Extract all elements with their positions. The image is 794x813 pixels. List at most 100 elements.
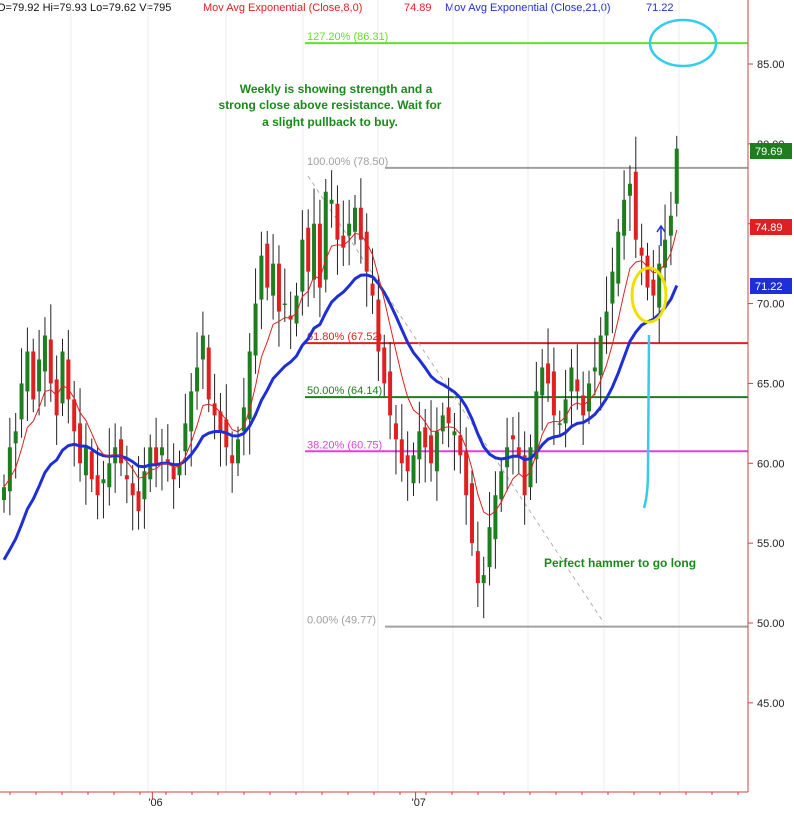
last-price-badge: 79.69	[750, 143, 792, 159]
candle-body	[265, 243, 270, 288]
candle-body	[159, 447, 164, 456]
candle-body	[563, 399, 568, 424]
candle-body	[405, 455, 410, 472]
last-price-value: 79.69	[755, 146, 783, 158]
ma21-badge-value: 71.22	[755, 281, 783, 293]
candle-body	[546, 363, 551, 384]
y-tick-label: 45.00	[757, 698, 785, 710]
candle-body	[353, 207, 357, 232]
y-tick-label: 65.00	[757, 378, 785, 390]
candle-body	[516, 447, 521, 456]
fib-level-label: 38.20% (60.75)	[307, 439, 382, 451]
cyan-arrow-markup	[642, 334, 651, 509]
candle-body	[575, 379, 580, 392]
candle-body	[25, 351, 30, 392]
candle-body	[271, 263, 276, 296]
candle-body	[493, 495, 498, 540]
candle-body	[499, 471, 504, 500]
candle-body	[522, 455, 527, 496]
x-tick-label: '07	[412, 797, 426, 809]
candle-body	[13, 431, 18, 444]
candle-body	[282, 303, 287, 306]
ma21-line	[2, 273, 679, 561]
candle-body	[551, 371, 556, 416]
y-tick-label: 55.00	[757, 538, 785, 550]
annotation-line-3: a slight pullback to buy.	[262, 115, 398, 129]
candle-body	[171, 467, 176, 480]
candle-body	[189, 391, 194, 432]
annotation-note: Weekly is showing strength and a strong …	[219, 82, 442, 129]
candle-body	[470, 483, 474, 544]
fib-level-label: 100.00% (78.50)	[307, 156, 388, 168]
candle-body	[592, 367, 597, 372]
candle-body	[557, 423, 562, 425]
candle-body	[674, 148, 679, 204]
hammer-annotation: Perfect hammer to go long	[544, 556, 696, 570]
candle-body	[323, 191, 328, 280]
candle-body	[510, 435, 515, 440]
candle-body	[627, 183, 632, 196]
candle-body	[399, 439, 404, 464]
candle-body	[136, 491, 141, 512]
candle-body	[72, 399, 77, 432]
candle-body	[587, 383, 591, 412]
fib-level-label: 0.00% (49.77)	[307, 615, 376, 627]
candle-body	[312, 223, 317, 280]
candle-body	[2, 487, 6, 501]
annotation-line-1: Weekly is showing strength and a	[240, 82, 433, 96]
candle-body	[604, 311, 609, 336]
ohlc-readout: O=79.92 Hi=79.93 Lo=79.62 V=795	[0, 2, 171, 14]
fib-level-label: 61.80% (67.52)	[307, 331, 382, 343]
candle-body	[382, 347, 387, 384]
candle-body	[633, 171, 638, 240]
candle-body	[200, 335, 205, 360]
candle-body	[19, 383, 24, 420]
candle-body	[206, 347, 211, 400]
candle-body	[668, 215, 673, 236]
ma8-line	[3, 229, 678, 517]
candle-body	[7, 447, 12, 492]
candle-body	[130, 483, 135, 496]
candlestick-series	[2, 135, 679, 619]
candle-body	[306, 227, 311, 272]
candle-body	[54, 379, 59, 416]
candle-body	[429, 435, 434, 464]
candle-body	[107, 463, 112, 488]
candle-body	[124, 475, 129, 480]
ma8-legend-value: 74.89	[404, 2, 432, 14]
candle-body	[253, 303, 258, 356]
candle-body	[452, 431, 457, 436]
candle-body	[393, 423, 398, 440]
candle-body	[347, 223, 352, 236]
candle-body	[540, 367, 545, 396]
candle-body	[376, 299, 381, 352]
ma8-price-badge: 74.89	[750, 219, 792, 235]
candle-body	[236, 439, 240, 464]
candle-body	[183, 423, 188, 452]
candle-body	[95, 475, 100, 496]
y-tick-label: 85.00	[757, 59, 785, 71]
candle-body	[475, 551, 480, 584]
candle-body	[487, 527, 492, 568]
candle-body	[276, 263, 281, 312]
candle-body	[335, 203, 340, 240]
candle-body	[610, 271, 615, 304]
candle-body	[83, 447, 88, 476]
candle-body	[101, 479, 106, 484]
candle-body	[364, 231, 369, 272]
candle-body	[388, 371, 393, 416]
candle-body	[598, 335, 603, 376]
candle-body	[622, 199, 627, 236]
candle-body	[446, 407, 451, 424]
candle-body	[154, 447, 159, 464]
ma21-legend-value: 71.22	[646, 2, 674, 14]
candle-body	[119, 439, 123, 464]
candle-body	[651, 279, 656, 296]
chart-header: O=79.92 Hi=79.93 Lo=79.62 V=795 Mov Avg …	[0, 2, 674, 14]
candle-body	[300, 239, 305, 292]
y-tick-label: 50.00	[757, 618, 785, 630]
x-tick-label: '06	[148, 797, 162, 809]
candle-body	[48, 339, 53, 384]
candle-body	[370, 283, 375, 296]
ma21-price-badge: 71.22	[750, 278, 792, 294]
